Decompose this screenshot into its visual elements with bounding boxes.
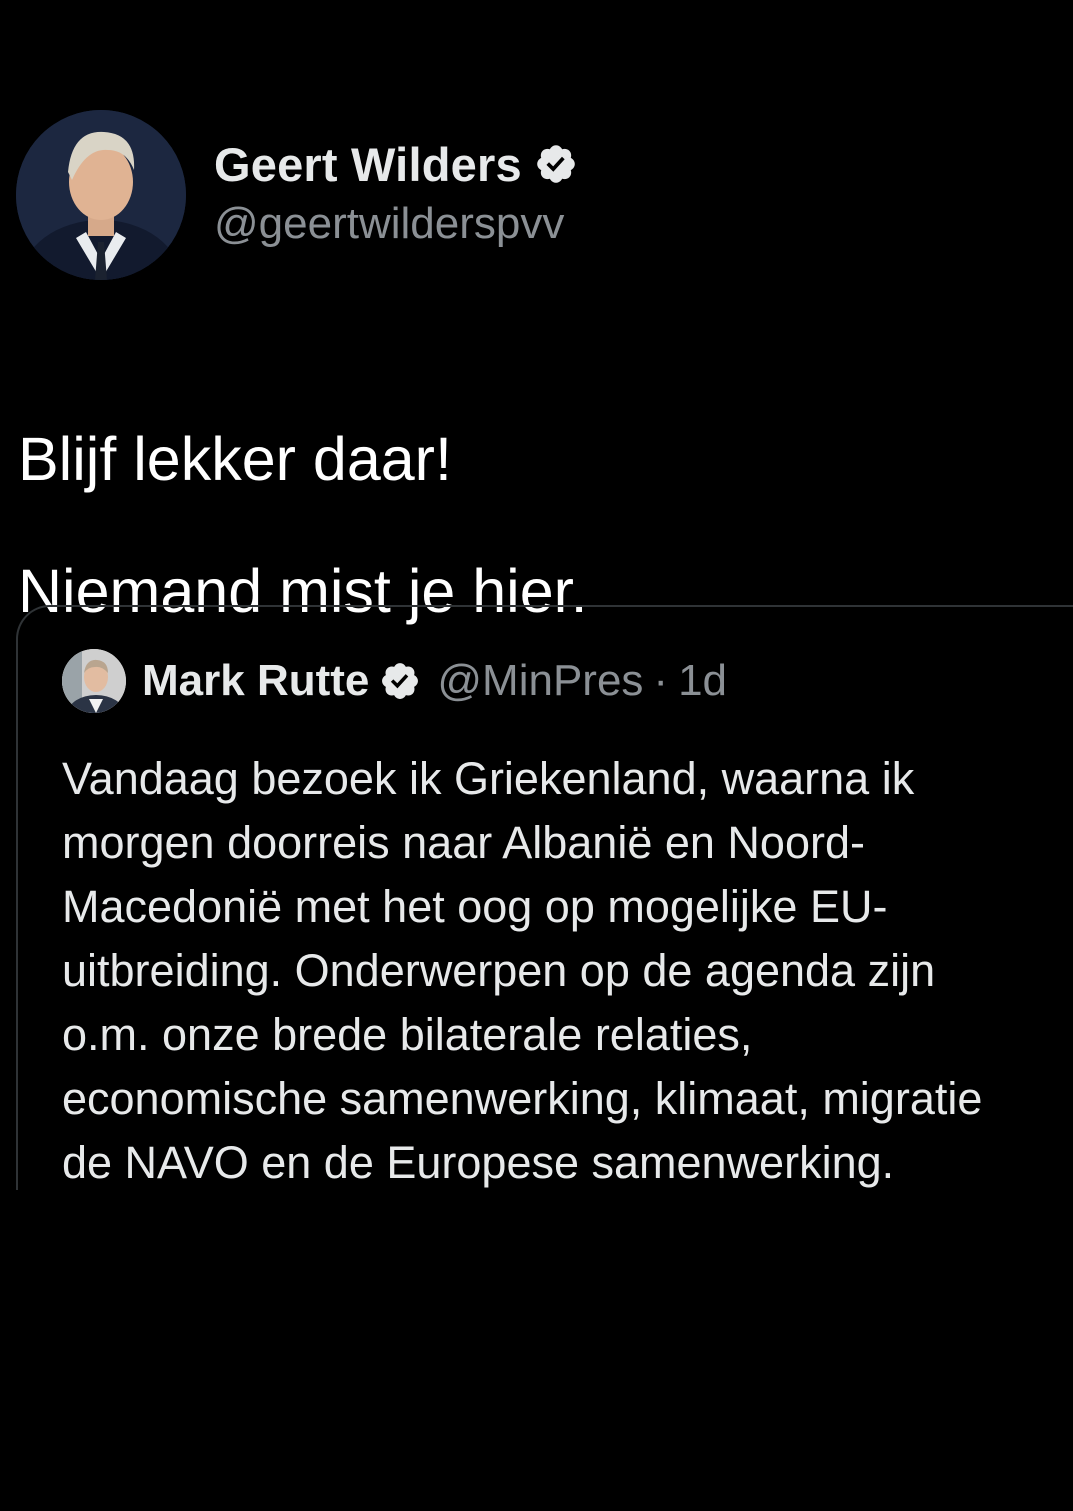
- quoted-author-display-name[interactable]: Mark Rutte: [142, 656, 369, 706]
- quoted-tweet-text: Vandaag bezoek ik Griekenland, waarna ik…: [62, 747, 1073, 1195]
- profile-photo-icon: [16, 110, 186, 280]
- quoted-text-line: uitbreiding. Onderwerpen op de agenda zi…: [62, 945, 936, 996]
- tweet: Geert Wilders @geertwilderspvv Blijf lek…: [0, 0, 1073, 1511]
- tweet-text-line: Blijf lekker daar!: [18, 425, 452, 493]
- quoted-tweet-timestamp[interactable]: 1d: [678, 656, 727, 706]
- quoted-tweet-card[interactable]: Mark Rutte @MinPres · 1d Vandaag bezoek …: [16, 605, 1073, 1190]
- quoted-text-line: economische samenwerking, klimaat, migra…: [62, 1073, 983, 1124]
- quoted-text-line: Vandaag bezoek ik Griekenland, waarna ik: [62, 753, 915, 804]
- author-display-name[interactable]: Geert Wilders: [214, 137, 522, 192]
- author-handle[interactable]: @geertwilderspvv: [214, 199, 578, 249]
- quoted-text-line: o.m. onze brede bilaterale relaties,: [62, 1009, 753, 1060]
- quoted-text-line: de NAVO en de Europese samenwerking.: [62, 1137, 895, 1188]
- quoted-tweet-header: Mark Rutte @MinPres · 1d: [62, 649, 727, 713]
- author-avatar[interactable]: [16, 110, 186, 280]
- verified-badge-icon: [534, 142, 578, 186]
- author-name-row: Geert Wilders: [214, 133, 578, 195]
- quoted-text-line: Macedonië met het oog op mogelijke EU-: [62, 881, 888, 932]
- quoted-text-line: morgen doorreis naar Albanië en Noord-: [62, 817, 865, 868]
- profile-photo-icon: [62, 649, 126, 713]
- author-names: Geert Wilders @geertwilderspvv: [214, 133, 578, 249]
- quoted-author-handle[interactable]: @MinPres: [437, 656, 643, 706]
- timestamp-separator: ·: [653, 656, 669, 705]
- tweet-author[interactable]: Geert Wilders @geertwilderspvv: [16, 110, 578, 280]
- quoted-author-avatar[interactable]: [62, 649, 126, 713]
- verified-badge-icon: [379, 660, 421, 702]
